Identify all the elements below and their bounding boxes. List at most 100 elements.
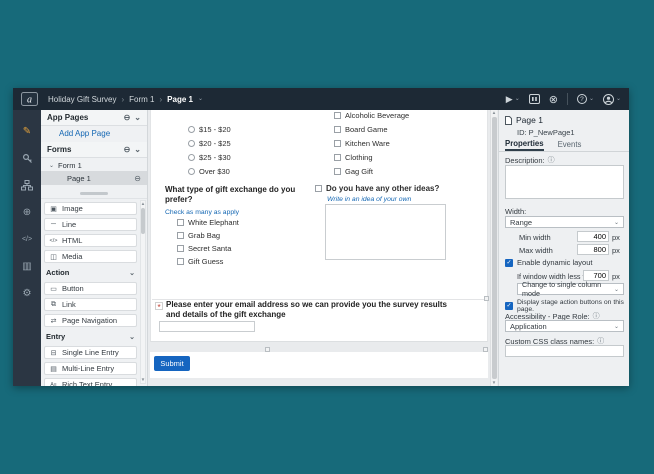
width-mode-select[interactable]: Range ⌄	[505, 216, 624, 228]
tree-item-page1[interactable]: Page 1 ⊖	[41, 171, 147, 185]
rail-key-icon[interactable]	[19, 151, 35, 165]
dynamic-layout-checkbox-row[interactable]: ✓ Enable dynamic layout	[505, 258, 592, 267]
canvas-scrollbar[interactable]: ▲ ▼	[490, 110, 497, 386]
single-column-select[interactable]: Change to single column mode ⌄	[517, 283, 624, 295]
palette-item-multi-line-entry[interactable]: ▤ Multi-Line Entry	[44, 362, 137, 375]
scroll-down-icon[interactable]: ▼	[492, 380, 496, 386]
help-menu-button[interactable]: ? ⌄	[577, 94, 594, 104]
design-canvas[interactable]: $15 - $20 $20 - $25 $25 - $30 Over $30	[148, 110, 498, 386]
scroll-up-icon[interactable]: ▲	[141, 201, 145, 207]
css-class-input[interactable]	[505, 345, 624, 357]
palette-section-action[interactable]: Action ⌄	[44, 266, 137, 279]
radio-icon[interactable]	[188, 154, 195, 161]
palette-item-button[interactable]: ▭ Button	[44, 282, 137, 295]
breadcrumb-separator: ›	[121, 95, 124, 104]
palette-item-page-navigation[interactable]: ⇄ Page Navigation	[44, 314, 137, 327]
radio-icon[interactable]	[188, 168, 195, 175]
scroll-down-icon[interactable]: ▼	[141, 377, 145, 383]
email-input[interactable]	[159, 321, 255, 332]
palette-section-entry[interactable]: Entry ⌄	[44, 330, 137, 343]
checked-checkbox-icon[interactable]: ✓	[505, 259, 513, 267]
palette-item-line[interactable]: ─ Line	[44, 218, 137, 231]
palette-item-rich-text-entry[interactable]: A≡ Rich Text Entry	[44, 378, 137, 386]
checkbox-icon[interactable]	[334, 112, 341, 119]
checkbox-icon[interactable]	[334, 168, 341, 175]
checkbox-option[interactable]: Board Game	[334, 125, 388, 134]
min-width-input[interactable]	[577, 231, 609, 242]
palette-item-media[interactable]: ◫ Media	[44, 250, 137, 263]
min-width-unit: px	[612, 233, 620, 242]
rail-settings-gear-icon[interactable]: ⚙	[19, 286, 35, 300]
breadcrumb-form[interactable]: Form 1	[129, 95, 154, 104]
checkbox-icon[interactable]	[177, 258, 184, 265]
collapse-circle-icon[interactable]: ⊖	[124, 145, 131, 154]
panel-splitter-handle[interactable]	[80, 192, 108, 195]
radio-option[interactable]: $25 - $30	[188, 153, 231, 162]
breadcrumb-app[interactable]: Holiday Gift Survey	[48, 95, 116, 104]
radio-option[interactable]: $15 - $20	[188, 125, 231, 134]
checkbox-option[interactable]: Gag Gift	[334, 167, 373, 176]
collapse-circle-icon[interactable]: ⊖	[134, 174, 141, 183]
breadcrumb-chevron-down-icon[interactable]: ⌄	[198, 96, 203, 102]
checkbox-icon[interactable]	[177, 219, 184, 226]
rail-code-icon[interactable]: </>	[19, 232, 35, 246]
user-menu-button[interactable]: ⌄	[603, 94, 621, 105]
checkbox-icon[interactable]	[334, 140, 341, 147]
rail-globe-icon[interactable]: ⊕	[19, 205, 35, 219]
scrollbar-thumb[interactable]	[492, 117, 497, 379]
palette-item-link[interactable]: ⧉ Link	[44, 298, 137, 311]
checked-checkbox-icon[interactable]: ✓	[505, 302, 513, 310]
tab-events[interactable]: Events	[558, 138, 582, 151]
radio-icon[interactable]	[188, 126, 195, 133]
palette-scrollbar[interactable]: ▲ ▼	[140, 200, 146, 384]
collapse-circle-icon[interactable]: ⊖	[124, 113, 131, 122]
ideas-textarea[interactable]	[325, 204, 446, 260]
tab-properties[interactable]: Properties	[505, 138, 544, 151]
code-icon: </>	[49, 238, 58, 244]
checkbox-option[interactable]: Alcoholic Beverage	[334, 111, 409, 120]
close-button[interactable]: ⊗	[549, 93, 558, 106]
chevron-down-icon[interactable]: ⌄	[134, 113, 141, 122]
submit-button[interactable]: Submit	[154, 356, 190, 371]
run-button[interactable]: ▶ ⌄	[506, 94, 520, 105]
ideas-question-row[interactable]: Do you have any other ideas?	[315, 184, 439, 193]
rail-hierarchy-icon[interactable]	[19, 178, 35, 192]
forms-header[interactable]: Forms ⊖ ⌄	[41, 142, 147, 158]
form-page-sheet[interactable]: $15 - $20 $20 - $25 $25 - $30 Over $30	[150, 110, 488, 342]
checkbox-icon[interactable]	[334, 126, 341, 133]
palette-item-html[interactable]: </> HTML	[44, 234, 137, 247]
exchange-question-hint[interactable]: Check as many as apply	[165, 209, 239, 216]
rail-data-icon[interactable]: ▥	[19, 259, 35, 273]
palette-item-single-line-entry[interactable]: ⊟ Single Line Entry	[44, 346, 137, 359]
ideas-question-hint: Write in an idea of your own	[327, 196, 411, 203]
palette-item-image[interactable]: ▣ Image	[44, 202, 137, 215]
app-pages-header[interactable]: App Pages ⊖ ⌄	[41, 110, 147, 126]
checkbox-option[interactable]: Grab Bag	[177, 231, 220, 240]
checkbox-option[interactable]: Gift Guess	[177, 257, 223, 266]
add-app-page-link[interactable]: Add App Page	[59, 127, 110, 140]
info-icon[interactable]: ⓘ	[548, 155, 555, 165]
checkbox-icon[interactable]	[177, 232, 184, 239]
checkbox-icon[interactable]	[177, 245, 184, 252]
checkbox-icon[interactable]	[334, 154, 341, 161]
checkbox-option[interactable]: Kitchen Ware	[334, 139, 390, 148]
checkbox-option[interactable]: Secret Santa	[177, 244, 231, 253]
scrollbar-thumb[interactable]	[141, 208, 145, 234]
radio-icon[interactable]	[188, 140, 195, 147]
resize-handle[interactable]	[484, 296, 489, 301]
checkbox-option[interactable]: White Elephant	[177, 218, 239, 227]
preview-panels-button[interactable]	[529, 94, 540, 104]
scroll-up-icon[interactable]: ▲	[492, 110, 496, 116]
radio-option[interactable]: $20 - $25	[188, 139, 231, 148]
rail-design-icon[interactable]: ✎	[19, 124, 35, 138]
description-textarea[interactable]	[505, 165, 624, 199]
checkbox-option[interactable]: Clothing	[334, 153, 373, 162]
radio-label: $15 - $20	[199, 125, 231, 134]
checkbox-icon[interactable]	[315, 185, 322, 192]
breadcrumb-page[interactable]: Page 1	[167, 95, 193, 104]
tree-item-page1-label: Page 1	[67, 174, 91, 183]
radio-option[interactable]: Over $30	[188, 167, 230, 176]
page-role-select[interactable]: Application ⌄	[505, 320, 624, 332]
chevron-down-icon[interactable]: ⌄	[134, 145, 141, 154]
max-width-input[interactable]	[577, 244, 609, 255]
